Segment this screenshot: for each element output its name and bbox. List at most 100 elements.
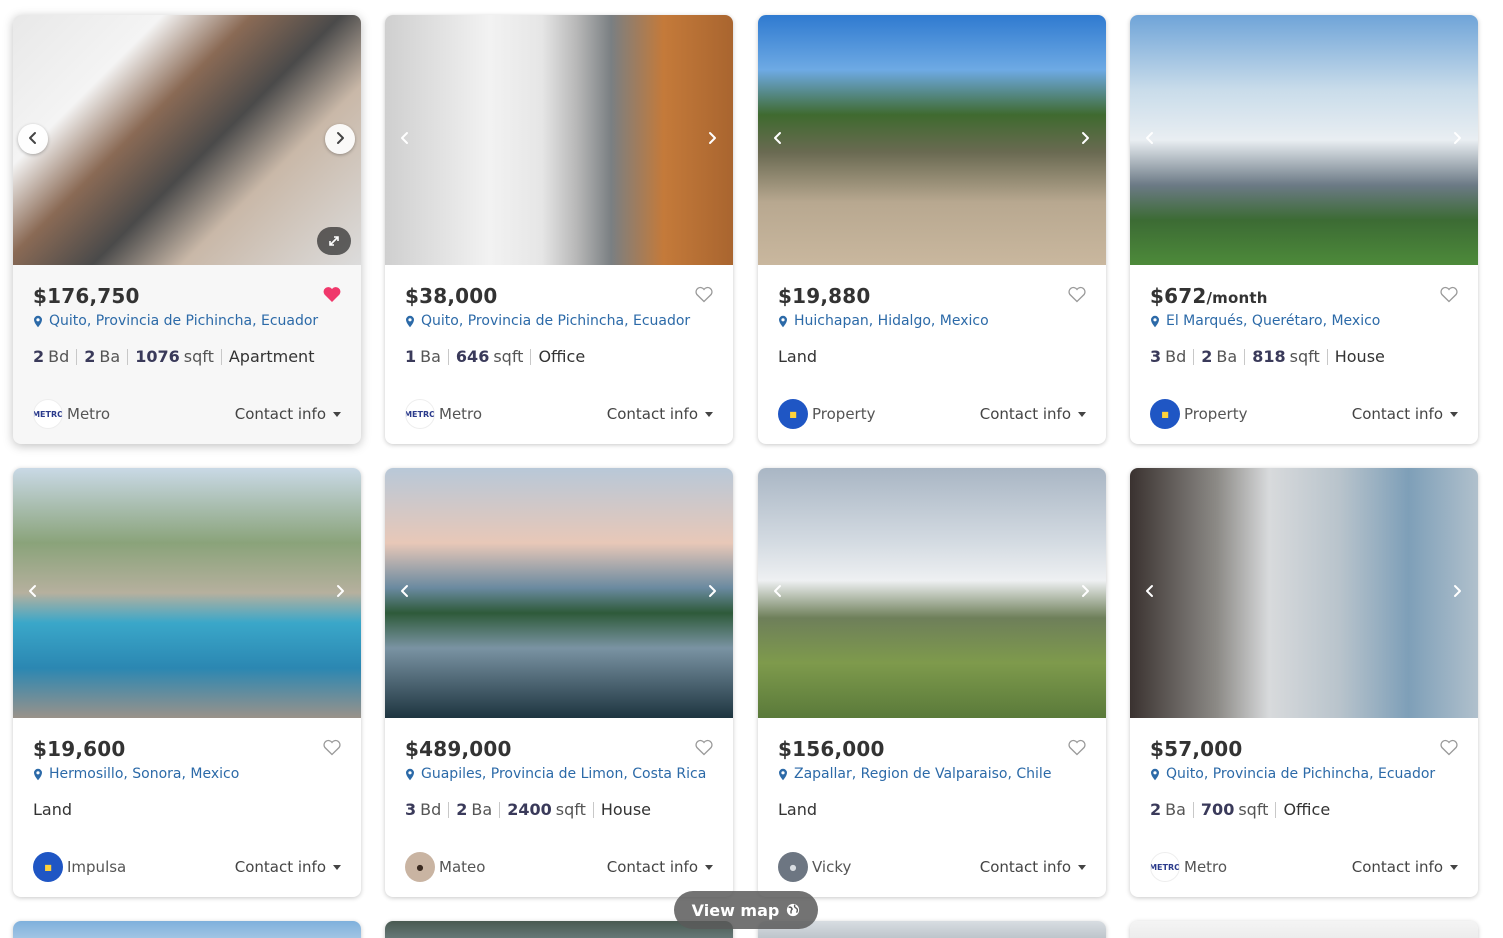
listing-photo[interactable] xyxy=(13,468,361,718)
favorite-heart-icon[interactable] xyxy=(1439,285,1459,303)
listing-card[interactable]: $38,000 Quito, Provincia de Pichincha, E… xyxy=(385,15,733,444)
spec-value: 2 xyxy=(84,347,96,366)
location-text: Quito, Provincia de Pichincha, Ecuador xyxy=(421,313,691,329)
spec-value: 1076 xyxy=(135,347,180,366)
listing-photo[interactable] xyxy=(1130,468,1478,718)
contact-info-label: Contact info xyxy=(606,405,698,423)
next-photo-button[interactable] xyxy=(1070,124,1100,154)
favorite-heart-icon[interactable] xyxy=(1439,738,1459,756)
next-photo-button[interactable] xyxy=(697,124,727,154)
listing-photo[interactable] xyxy=(385,468,733,718)
agent[interactable]: METRO Metro xyxy=(405,399,482,429)
contact-info-label: Contact info xyxy=(979,858,1071,876)
listing-card-partial[interactable] xyxy=(1130,921,1478,938)
next-photo-button[interactable] xyxy=(697,577,727,607)
listing-specs: 3 Bd 2 Ba 818 sqft House xyxy=(1150,347,1385,366)
price-amount: $57,000 xyxy=(1150,737,1243,761)
listing-card[interactable]: $19,880 Huichapan, Hidalgo, Mexico Land … xyxy=(758,15,1106,444)
listing-card[interactable]: $489,000 Guapiles, Provincia de Limon, C… xyxy=(385,468,733,897)
listing-photo[interactable] xyxy=(758,15,1106,265)
contact-info-label: Contact info xyxy=(234,405,326,423)
chevron-left-icon xyxy=(771,583,785,602)
listing-card[interactable]: $156,000 Zapallar, Region de Valparaiso,… xyxy=(758,468,1106,897)
listing-card[interactable]: $176,750 Quito, Provincia de Pichincha, … xyxy=(13,15,361,444)
favorite-heart-icon[interactable] xyxy=(1067,738,1087,756)
agent-avatar: ● xyxy=(405,852,435,882)
listing-photo[interactable] xyxy=(758,468,1106,718)
listing-card[interactable]: $57,000 Quito, Provincia de Pichincha, E… xyxy=(1130,468,1478,897)
listing-card[interactable]: $19,600 Hermosillo, Sonora, Mexico Land … xyxy=(13,468,361,897)
view-map-label: View map xyxy=(691,900,780,920)
listing-location: Quito, Provincia de Pichincha, Ecuador xyxy=(405,313,690,329)
spec-unit: Ba xyxy=(1216,347,1238,366)
listing-photo[interactable] xyxy=(13,15,361,265)
next-photo-button[interactable] xyxy=(325,577,355,607)
listing-photo[interactable] xyxy=(1130,15,1478,265)
chevron-left-icon xyxy=(26,583,40,602)
prev-photo-button[interactable] xyxy=(763,577,793,607)
prev-photo-button[interactable] xyxy=(1135,577,1165,607)
listing-specs: 2 Ba 700 sqft Office xyxy=(1150,800,1330,819)
spec-divider xyxy=(499,801,501,818)
agent[interactable]: METRO Metro xyxy=(1150,852,1227,882)
listing-card[interactable]: $672/month El Marqués, Querétaro, Mexico… xyxy=(1130,15,1478,444)
spec-value: 2400 xyxy=(507,800,552,819)
prev-photo-button[interactable] xyxy=(18,577,48,607)
contact-info-dropdown[interactable]: Contact info xyxy=(607,858,713,876)
listing-footer: ■ Impulsa Contact info xyxy=(33,852,341,882)
next-photo-button[interactable] xyxy=(1442,124,1472,154)
spec-divider xyxy=(592,801,594,818)
favorite-heart-icon[interactable] xyxy=(322,738,342,756)
expand-photos-button[interactable] xyxy=(317,227,351,255)
spec-unit: Ba xyxy=(471,800,493,819)
favorite-heart-icon[interactable] xyxy=(1067,285,1087,303)
contact-info-dropdown[interactable]: Contact info xyxy=(607,405,713,423)
view-map-button[interactable]: View map xyxy=(674,891,818,929)
agent[interactable]: ■ Impulsa xyxy=(33,852,126,882)
prev-photo-button[interactable] xyxy=(763,124,793,154)
next-photo-button[interactable] xyxy=(1442,577,1472,607)
agent[interactable]: ● Mateo xyxy=(405,852,485,882)
prev-photo-button[interactable] xyxy=(18,124,48,154)
agent-name: Metro xyxy=(439,405,483,423)
listing-price: $38,000 xyxy=(405,284,498,308)
agent[interactable]: ■ Property xyxy=(778,399,875,429)
agent-name: Property xyxy=(1184,405,1248,423)
next-photo-button[interactable] xyxy=(325,124,355,154)
spec-divider xyxy=(530,348,532,365)
agent-avatar: METRO xyxy=(33,399,63,429)
contact-info-dropdown[interactable]: Contact info xyxy=(980,405,1086,423)
spec-divider xyxy=(1326,348,1328,365)
prev-photo-button[interactable] xyxy=(390,577,420,607)
favorite-heart-icon[interactable] xyxy=(694,738,714,756)
contact-info-dropdown[interactable]: Contact info xyxy=(235,405,341,423)
prev-photo-button[interactable] xyxy=(390,124,420,154)
next-photo-button[interactable] xyxy=(1070,577,1100,607)
contact-info-label: Contact info xyxy=(234,858,326,876)
listing-specs: Land xyxy=(778,800,817,819)
location-pin-icon xyxy=(34,315,42,327)
spec-unit: sqft xyxy=(183,347,214,366)
prev-photo-button[interactable] xyxy=(1135,124,1165,154)
agent[interactable]: ■ Property xyxy=(1150,399,1247,429)
agent[interactable]: ● Vicky xyxy=(778,852,851,882)
listing-photo[interactable] xyxy=(385,15,733,265)
favorite-heart-icon[interactable] xyxy=(694,285,714,303)
contact-info-dropdown[interactable]: Contact info xyxy=(980,858,1086,876)
listing-footer: METRO Metro Contact info xyxy=(405,399,713,429)
listing-location: El Marqués, Querétaro, Mexico xyxy=(1150,313,1380,329)
listing-specs: Land xyxy=(33,800,72,819)
listing-info: $57,000 Quito, Provincia de Pichincha, E… xyxy=(1130,718,1478,897)
listing-card-partial[interactable] xyxy=(13,921,361,938)
favorite-heart-icon[interactable] xyxy=(322,285,342,303)
listing-location: Quito, Provincia de Pichincha, Ecuador xyxy=(1150,766,1435,782)
listing-footer: ■ Property Contact info xyxy=(1150,399,1458,429)
expand-icon xyxy=(329,236,339,246)
contact-info-dropdown[interactable]: Contact info xyxy=(1352,858,1458,876)
contact-info-dropdown[interactable]: Contact info xyxy=(235,858,341,876)
contact-info-dropdown[interactable]: Contact info xyxy=(1352,405,1458,423)
location-pin-icon xyxy=(1151,315,1159,327)
agent[interactable]: METRO Metro xyxy=(33,399,110,429)
property-type: Office xyxy=(1283,800,1331,819)
location-pin-icon xyxy=(1151,768,1159,780)
